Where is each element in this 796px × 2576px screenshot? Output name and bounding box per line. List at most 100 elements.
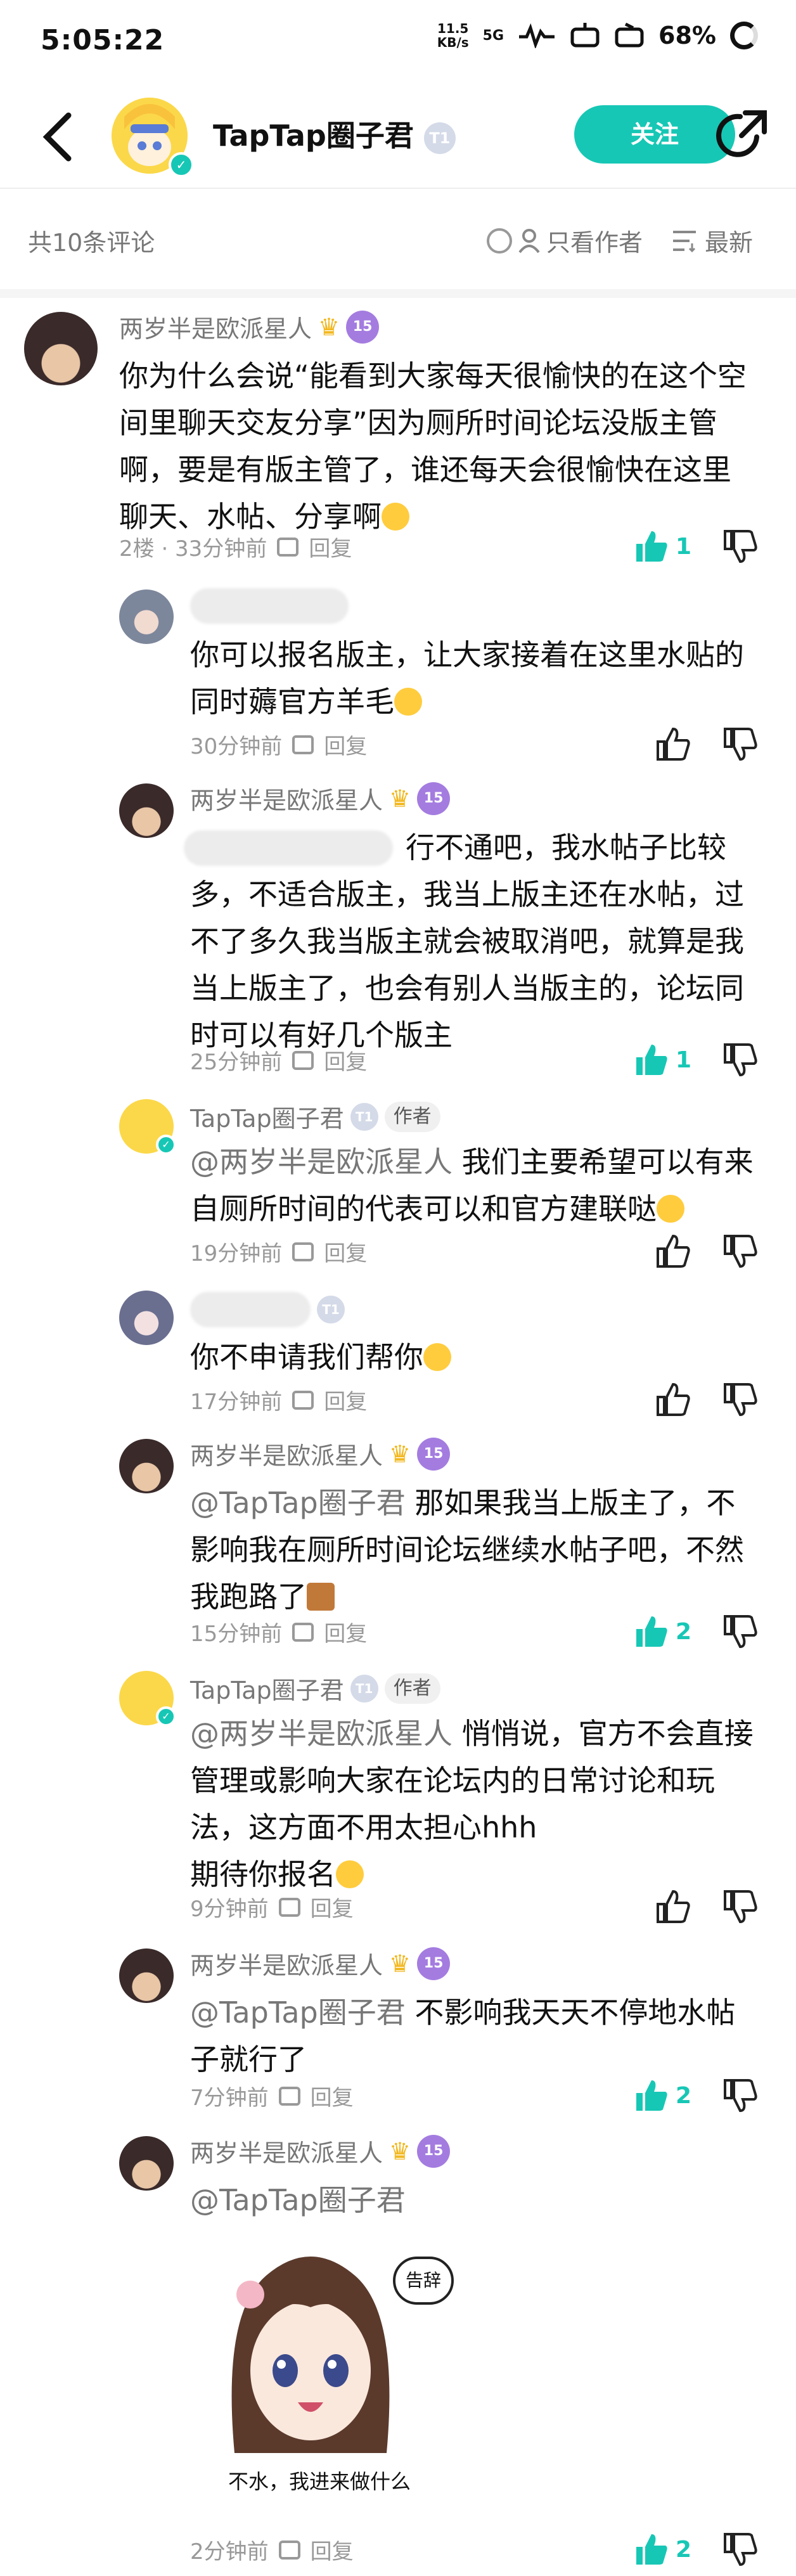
author-only-toggle[interactable]: 只看作者 (487, 223, 643, 258)
comment-text: @两岁半是欧派星人 我们主要希望可以有来自厕所时间的代表可以和官方建联哒 (190, 1138, 761, 1232)
reply-button[interactable]: 回复 (324, 729, 367, 760)
sort-newest-button[interactable]: 最新 (672, 223, 753, 258)
comment-time: 7分钟前 (190, 2085, 269, 2111)
mention-link[interactable]: @TapTap圈子君 (190, 1486, 406, 1520)
comment-author: 两岁半是欧派星人 ♛ 15 (119, 309, 380, 344)
level-badge: 15 (346, 310, 380, 344)
comment-author: 两岁半是欧派星人 ♛ 15 (190, 1946, 451, 1981)
mention-link[interactable]: @两岁半是欧派星人 (190, 1145, 453, 1179)
author-name: 两岁半是欧派星人 (190, 1442, 383, 1470)
level-badge: 15 (417, 782, 451, 815)
avatar[interactable] (119, 1291, 174, 1345)
alarm-icon (615, 23, 644, 48)
thumbs-up-icon[interactable] (655, 726, 691, 762)
thumbs-down-icon[interactable] (722, 529, 758, 564)
comment-body: 行不通吧，我水帖子比较多，不适合版主，我当上版主还在水帖，过不了多久我当版主就会… (190, 830, 744, 1052)
comment-text: @两岁半是欧派星人 悄悄说，官方不会直接管理或影响大家在论坛内的日常讨论和玩法，… (190, 1710, 761, 1898)
status-time: 5:05:22 (41, 24, 165, 56)
author-tag: 作者 (384, 1101, 440, 1132)
thumbs-down-icon[interactable] (722, 1233, 758, 1269)
like-button[interactable]: 2 (634, 2078, 691, 2113)
comment-body: 你为什么会说“能看到大家每天很愉快的在这个空间里聊天交友分享”因为厕所时间论坛没… (119, 359, 747, 534)
comment-sort-bar: 共10条评论 只看作者 最新 (0, 190, 796, 289)
reply-button[interactable]: 回复 (324, 1384, 367, 1415)
comment-author: 两岁半是欧派星人 ♛ 15 (190, 1436, 451, 1471)
reply-button[interactable]: 回复 (324, 1236, 367, 1267)
mention-link[interactable]: @TapTap圈子君 (190, 2183, 406, 2217)
comment-time: 25分钟前 (190, 1050, 283, 1075)
mention-link[interactable]: @TapTap圈子君 (190, 1995, 406, 2030)
thumbs-down-icon[interactable] (722, 726, 758, 762)
net-type-5g: 5G (482, 27, 504, 44)
like-count: 2 (676, 1618, 692, 1645)
author-name: 两岁半是欧派星人 (190, 2139, 383, 2167)
like-button[interactable]: 2 (634, 1614, 691, 1649)
level-badge: T1 (317, 1296, 345, 1323)
comment-count: 共10条评论 (28, 229, 155, 257)
comment-meta: 15分钟前 回复 (190, 1616, 367, 1647)
comment-time: 17分钟前 (190, 1389, 283, 1415)
thumbs-down-icon[interactable] (722, 1614, 758, 1649)
reply-icon (278, 1897, 300, 1917)
follow-button[interactable]: 关注 (574, 105, 735, 164)
thumbs-up-icon[interactable] (655, 1382, 691, 1417)
thumbs-up-icon[interactable] (655, 1889, 691, 1924)
reply-button[interactable]: 回复 (309, 531, 352, 562)
reply-button[interactable]: 回复 (311, 2534, 354, 2565)
thumbs-up-filled-icon (636, 531, 667, 562)
avatar[interactable] (119, 1948, 174, 2003)
verified-badge-icon: ✓ (169, 152, 194, 177)
crown-icon: ♛ (389, 784, 411, 813)
comment-author: 两岁半是欧派星人 ♛ 15 (190, 2134, 451, 2168)
back-arrow-icon[interactable] (39, 112, 77, 162)
crown-icon: ♛ (318, 312, 340, 341)
like-button[interactable]: 1 (634, 1042, 691, 1078)
share-icon[interactable] (716, 108, 769, 161)
thumbs-down-icon[interactable] (722, 2532, 758, 2567)
comment-time: 2分钟前 (190, 2539, 269, 2565)
author-name: TapTap圈子君 (190, 1105, 344, 1133)
reply-button[interactable]: 回复 (311, 1891, 354, 1922)
thumbs-up-filled-icon (636, 1616, 667, 1647)
comment-meta: 2分钟前 回复 (190, 2534, 354, 2565)
thumbs-down-icon[interactable] (722, 1042, 758, 1078)
thumbs-down-icon[interactable] (722, 1889, 758, 1924)
thumbs-down-icon[interactable] (722, 1382, 758, 1417)
running-door-emoji-icon (307, 1583, 335, 1611)
reply-button[interactable]: 回复 (324, 1616, 367, 1647)
reply-button[interactable]: 回复 (324, 1045, 367, 1076)
author-name: TapTap圈子君 (190, 1677, 344, 1704)
comment-time: 30分钟前 (190, 734, 283, 759)
status-bar: 5:05:22 11.5 KB/s 5G 68% (0, 0, 796, 76)
avatar[interactable] (119, 783, 174, 838)
smile-emoji-icon (394, 688, 422, 716)
reply-icon (278, 2540, 300, 2560)
mention-link[interactable]: @两岁半是欧派星人 (190, 1716, 453, 1751)
reply-icon (292, 1242, 314, 1261)
comment-meta: 2楼 · 33分钟前 回复 (119, 531, 352, 562)
comment-time: 2楼 · 33分钟前 (119, 536, 267, 562)
sticker-image[interactable]: 告辞 不水，我进来做什么 (203, 2238, 456, 2504)
like-button[interactable]: 1 (634, 529, 691, 564)
battery-percent: 68% (658, 22, 716, 49)
net-speed: 11.5 KB/s (437, 21, 469, 50)
avatar[interactable] (119, 2136, 174, 2191)
avatar[interactable] (119, 589, 174, 644)
battery-ring-icon (730, 22, 758, 49)
like-count: 2 (676, 2536, 692, 2563)
reply-button[interactable]: 回复 (311, 2080, 354, 2111)
radio-icon (487, 228, 512, 254)
comment-time: 15分钟前 (190, 1621, 283, 1647)
comment-text: 行不通吧，我水帖子比较多，不适合版主，我当上版主还在水帖，过不了多久我当版主就会… (190, 824, 761, 1059)
top-bar: ✓ TapTap圈子君 T1 关注 (0, 89, 796, 184)
battery-saver-icon (570, 23, 600, 48)
thumbs-up-icon[interactable] (655, 1233, 691, 1269)
thumbs-down-icon[interactable] (722, 2078, 758, 2113)
comment-body-line2: 期待你报名 (190, 1857, 336, 1891)
verified-badge-icon: ✓ (156, 1135, 176, 1155)
avatar[interactable] (24, 312, 98, 385)
author-tag: 作者 (384, 1673, 440, 1704)
avatar[interactable] (119, 1439, 174, 1493)
like-button[interactable]: 2 (634, 2532, 691, 2567)
signal-icon (519, 23, 555, 48)
